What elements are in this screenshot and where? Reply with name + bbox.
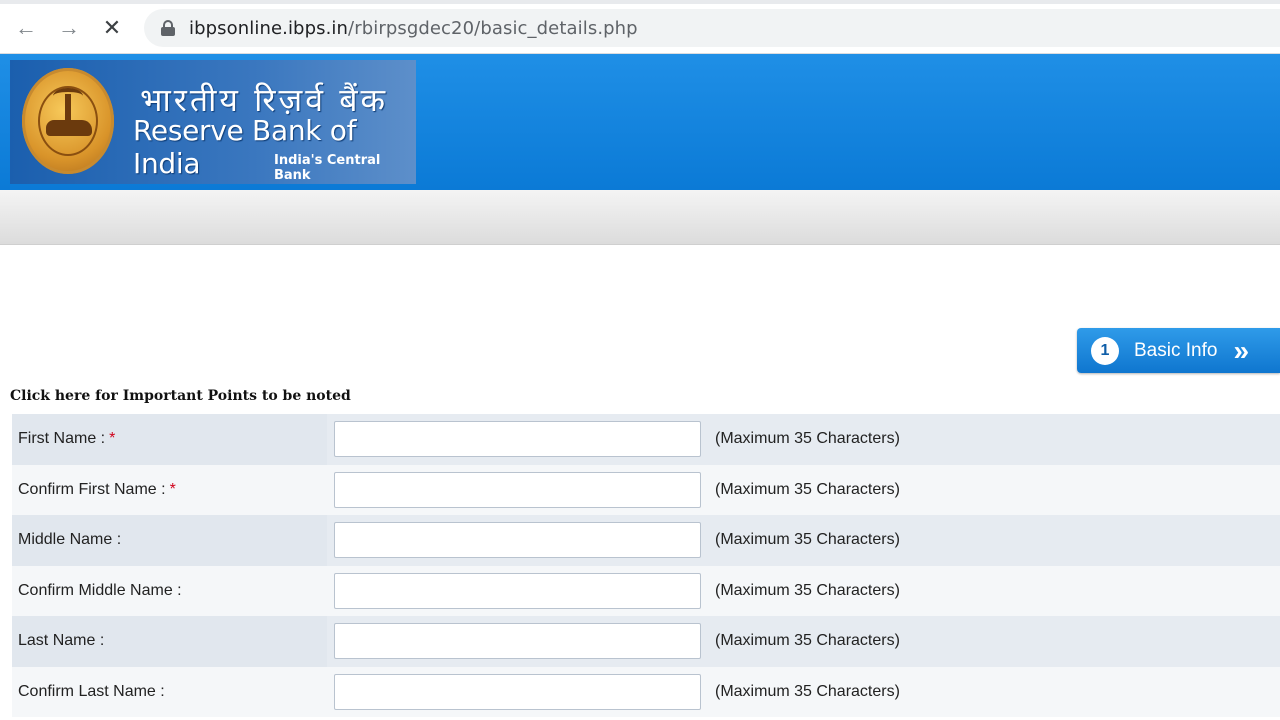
site-header: भारतीय रिज़र्व बैंक Reserve Bank of Indi… bbox=[0, 54, 1280, 190]
field-label: Confirm First Name : * bbox=[18, 480, 176, 498]
url-path: /rbirpsgdec20/basic_details.php bbox=[348, 17, 638, 39]
form-row-first-name: First Name : * (Maximum 35 Characters) bbox=[12, 414, 1280, 465]
bank-tagline: India's Central Bank bbox=[274, 153, 381, 183]
field-hint: (Maximum 35 Characters) bbox=[715, 430, 900, 448]
form-row-confirm-middle-name: Confirm Middle Name : (Maximum 35 Charac… bbox=[12, 565, 1280, 616]
required-marker: * bbox=[169, 480, 176, 498]
rbi-logo: भारतीय रिज़र्व बैंक Reserve Bank of Indi… bbox=[10, 60, 416, 184]
field-label: Last Name : bbox=[12, 616, 327, 667]
first-name-input[interactable] bbox=[334, 421, 701, 457]
address-bar[interactable]: ibpsonline.ibps.in/rbirpsgdec20/basic_de… bbox=[144, 9, 1280, 47]
form-row-confirm-last-name: Confirm Last Name : (Maximum 35 Characte… bbox=[12, 666, 1280, 717]
field-hint: (Maximum 35 Characters) bbox=[715, 581, 900, 599]
stop-loading-icon[interactable]: ✕ bbox=[98, 14, 126, 42]
field-hint: (Maximum 35 Characters) bbox=[715, 480, 900, 498]
field-hint: (Maximum 35 Characters) bbox=[715, 531, 900, 549]
field-label: Middle Name : bbox=[12, 515, 327, 566]
menu-bar bbox=[0, 190, 1280, 245]
lock-icon[interactable] bbox=[161, 20, 175, 36]
form-row-middle-name: Middle Name : (Maximum 35 Characters) bbox=[12, 515, 1280, 566]
tab-strip bbox=[0, 0, 1280, 4]
confirm-first-name-input[interactable] bbox=[334, 471, 701, 508]
basic-details-form: First Name : * (Maximum 35 Characters) Co… bbox=[12, 414, 1280, 717]
forward-arrow-icon[interactable]: → bbox=[55, 14, 83, 42]
step-basic-info[interactable]: 1 Basic Info » bbox=[1077, 328, 1280, 373]
field-label: Confirm Last Name : bbox=[18, 682, 165, 700]
middle-name-input[interactable] bbox=[334, 522, 701, 558]
field-label: Confirm Middle Name : bbox=[18, 581, 182, 599]
important-points-link[interactable]: Click here for Important Points to be no… bbox=[10, 388, 351, 404]
double-chevron-right-icon: » bbox=[1233, 334, 1248, 366]
rbi-seal-icon bbox=[22, 68, 114, 174]
browser-toolbar: ← → ✕ ibpsonline.ibps.in/rbirpsgdec20/ba… bbox=[0, 0, 1280, 54]
form-row-last-name: Last Name : (Maximum 35 Characters) bbox=[12, 616, 1280, 667]
back-arrow-icon[interactable]: ← bbox=[12, 14, 40, 42]
confirm-last-name-input[interactable] bbox=[334, 673, 701, 710]
url-host: ibpsonline.ibps.in bbox=[189, 17, 349, 39]
field-label: First Name : * bbox=[12, 414, 327, 465]
url-text[interactable]: ibpsonline.ibps.in/rbirpsgdec20/basic_de… bbox=[189, 18, 638, 39]
form-row-confirm-first-name: Confirm First Name : * (Maximum 35 Charac… bbox=[12, 464, 1280, 515]
required-marker: * bbox=[109, 430, 116, 448]
last-name-input[interactable] bbox=[334, 623, 701, 659]
field-hint: (Maximum 35 Characters) bbox=[715, 682, 900, 700]
step-number-badge: 1 bbox=[1091, 336, 1119, 365]
field-hint: (Maximum 35 Characters) bbox=[715, 632, 900, 650]
step-label: Basic Info bbox=[1134, 339, 1218, 361]
confirm-middle-name-input[interactable] bbox=[334, 572, 701, 609]
